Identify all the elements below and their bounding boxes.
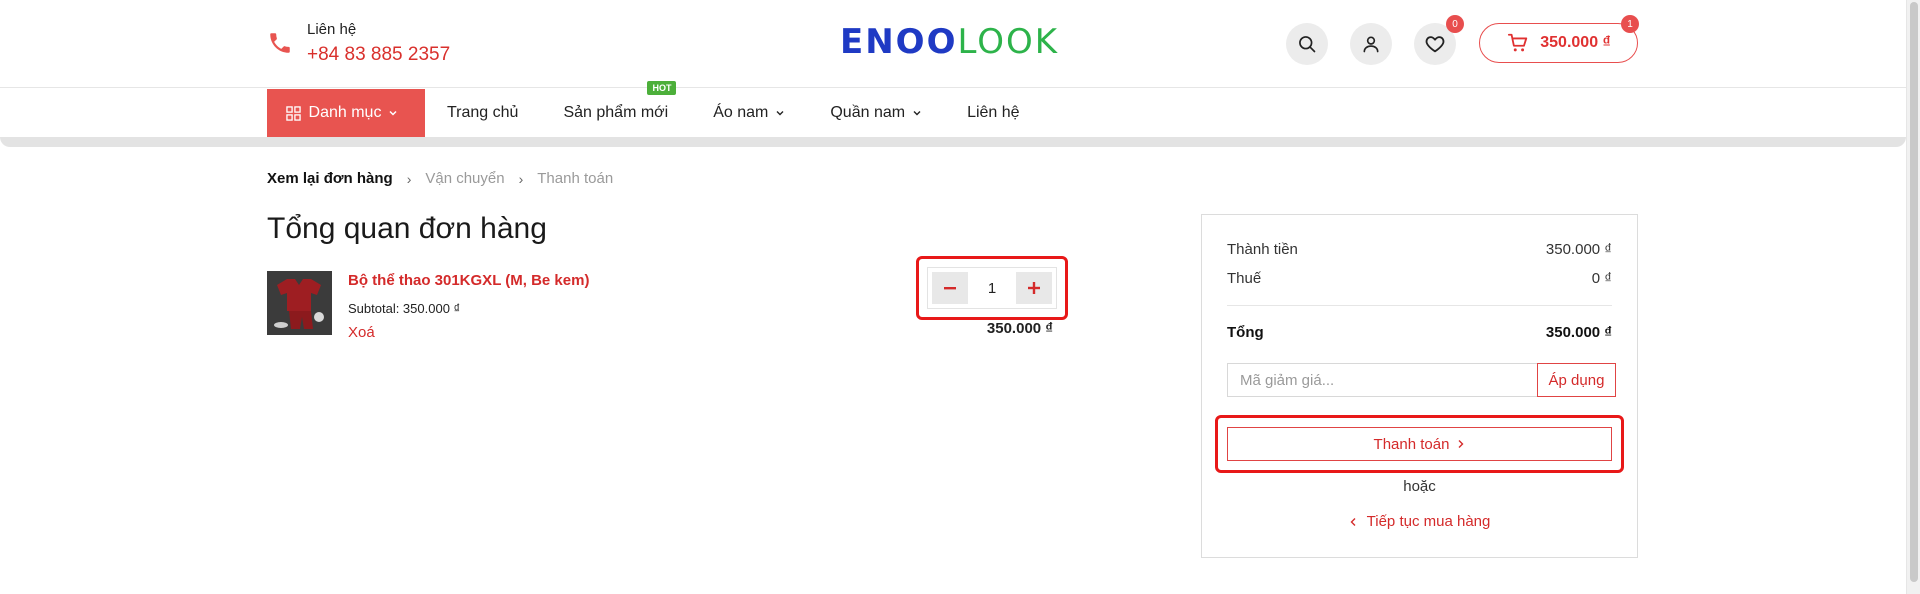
heart-icon (1425, 36, 1445, 53)
continue-shopping-link[interactable]: Tiếp tục mua hàng (1202, 513, 1637, 530)
category-menu-label: Danh mục (308, 104, 382, 121)
summary-subtotal-row: Thành tiền 350.000 ₫ (1227, 241, 1612, 258)
account-button[interactable] (1350, 23, 1392, 65)
product-thumbnail[interactable] (267, 271, 332, 335)
page-title: Tổng quan đơn hàng (267, 212, 547, 245)
wishlist-button[interactable]: 0 (1414, 15, 1464, 65)
contact-block: Liên hệ +84 83 885 2357 (267, 20, 450, 68)
logo-part-2: LOOK (957, 22, 1060, 62)
summary-tax-label: Thuế (1227, 270, 1262, 287)
chevron-right-icon (1458, 440, 1464, 448)
cart-total: 350.000 ₫ (1540, 34, 1611, 51)
page-scrollbar[interactable] (1906, 0, 1920, 594)
decrease-quantity-button[interactable] (932, 272, 968, 304)
chevron-right-icon: › (406, 170, 412, 187)
cart-icon (1508, 33, 1528, 52)
cart-button[interactable]: 350.000 ₫ 1 (1479, 15, 1639, 63)
nav-item-label: Sản phẩm mới (563, 104, 669, 121)
product-subtotal: Subtotal: 350.000 ₫ (348, 301, 461, 316)
summary-subtotal-value: 350.000 ₫ (1545, 241, 1612, 258)
nav-item-new-products[interactable]: Sản phẩm mới HOT (563, 81, 677, 137)
main-nav: Danh mục Trang chủ Sản phẩm mới HOT Áo n… (0, 81, 1906, 137)
header-icons: 0 (1286, 15, 1478, 65)
breadcrumb-step-shipping[interactable]: Vận chuyển (425, 170, 504, 187)
nav-item-shirts[interactable]: Áo nam (713, 89, 785, 137)
search-icon (1299, 36, 1316, 53)
chevron-down-icon (389, 110, 397, 116)
hot-badge: HOT (647, 81, 677, 95)
cart-count-badge: 1 (1621, 15, 1639, 33)
nav-item-label: Liên hệ (967, 104, 1020, 121)
coupon-input[interactable] (1227, 363, 1537, 397)
logo-part-1: ENOO (840, 22, 958, 62)
or-separator: hoặc (1403, 478, 1436, 495)
apply-coupon-button[interactable]: Áp dụng (1537, 363, 1616, 397)
checkout-breadcrumb: Xem lại đơn hàng › Vận chuyển › Thanh to… (267, 170, 613, 187)
contact-label: Liên hệ (307, 21, 357, 38)
contact-phone[interactable]: +84 83 885 2357 (307, 42, 450, 68)
checkout-label: Thanh toán (1373, 435, 1450, 453)
product-image (267, 271, 332, 335)
minus-icon (944, 287, 956, 290)
site-header: Liên hệ +84 83 885 2357 ENOO LOOK 0 350.0… (0, 0, 1906, 88)
nav-item-pants[interactable]: Quần nam (830, 89, 922, 137)
category-menu-button[interactable]: Danh mục (267, 89, 425, 137)
breadcrumb-step-payment[interactable]: Thanh toán (537, 170, 613, 187)
wishlist-count-badge: 0 (1446, 15, 1464, 33)
chevron-left-icon (1350, 517, 1356, 526)
chevron-down-icon (913, 111, 921, 116)
nav-item-contact[interactable]: Liên hệ (967, 89, 1020, 137)
order-summary-panel: Thành tiền 350.000 ₫ Thuế 0 ₫ Tổng 350.0… (1201, 214, 1638, 558)
product-name-link[interactable]: Bộ thể thao 301KGXL (M, Be kem) (348, 271, 589, 291)
quantity-value[interactable]: 1 (988, 280, 996, 297)
nav-shadow-divider (0, 137, 1906, 147)
chevron-down-icon (776, 111, 784, 116)
search-button[interactable] (1286, 23, 1328, 65)
grid-icon (285, 105, 301, 121)
nav-item-label: Áo nam (713, 104, 769, 121)
continue-shopping-label: Tiếp tục mua hàng (1366, 513, 1491, 530)
plus-icon (1028, 282, 1040, 294)
checkout-highlight: Thanh toán (1215, 415, 1624, 473)
quantity-highlight: 1 (916, 256, 1068, 320)
coupon-form: Áp dụng (1227, 363, 1616, 397)
nav-item-home[interactable]: Trang chủ (447, 89, 518, 137)
increase-quantity-button[interactable] (1016, 272, 1052, 304)
nav-item-label: Quần nam (830, 104, 906, 121)
phone-icon (270, 33, 290, 53)
summary-total-label: Tổng (1227, 324, 1264, 341)
summary-subtotal-label: Thành tiền (1227, 241, 1298, 258)
nav-item-label: Trang chủ (447, 104, 519, 121)
quantity-stepper: 1 (927, 267, 1057, 309)
breadcrumb-step-review[interactable]: Xem lại đơn hàng (267, 170, 393, 187)
summary-total-row: Tổng 350.000 ₫ (1227, 324, 1612, 341)
summary-tax-value: 0 ₫ (1591, 270, 1612, 287)
summary-tax-row: Thuế 0 ₫ (1227, 270, 1612, 287)
remove-item-link[interactable]: Xoá (348, 324, 589, 341)
summary-total-value: 350.000 ₫ (1545, 324, 1612, 341)
user-icon (1363, 36, 1379, 53)
chevron-right-icon: › (518, 170, 524, 187)
summary-divider (1227, 305, 1612, 306)
scrollbar-thumb[interactable] (1910, 2, 1918, 582)
line-total: 350.000 ₫ (986, 320, 1053, 337)
checkout-button[interactable]: Thanh toán (1227, 427, 1612, 461)
site-logo[interactable]: ENOO LOOK (840, 20, 1059, 64)
